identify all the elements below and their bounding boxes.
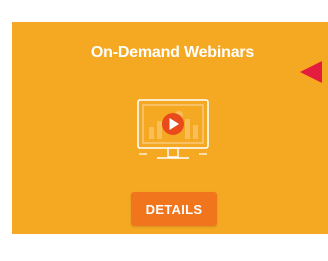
details-button[interactable]: DETAILS [131,192,217,226]
card-title: On-Demand Webinars [90,44,255,61]
monitor-play-icon [137,99,209,159]
left-arrow-triangle-icon [300,61,322,83]
